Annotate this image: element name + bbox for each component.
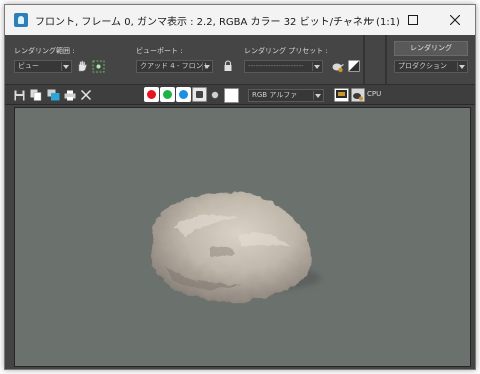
chevron-down-icon bbox=[204, 65, 210, 69]
red-channel-toggle[interactable] bbox=[144, 87, 159, 102]
maximize-icon bbox=[408, 15, 418, 25]
close-button[interactable] bbox=[433, 5, 475, 35]
alpha-channel-toggle[interactable] bbox=[192, 87, 207, 102]
preset-label: レンダリング プリセット : bbox=[244, 47, 328, 55]
frame-buffer-window: フロント, フレーム 0, ガンマ表示 : 2.2, RGBA カラー 32 ビ… bbox=[4, 4, 476, 370]
preset-value: ---------------------- bbox=[248, 62, 304, 70]
frame-buffer-icon[interactable] bbox=[333, 87, 349, 103]
blue-channel-toggle[interactable] bbox=[176, 87, 191, 102]
production-value: プロダクション bbox=[398, 62, 447, 70]
panel-divider bbox=[385, 35, 387, 85]
render-area-label: レンダリング範囲 : bbox=[14, 47, 75, 55]
viewport-value: クアッド 4 - フロント bbox=[140, 62, 210, 70]
app-icon bbox=[14, 13, 28, 27]
save-icon[interactable] bbox=[11, 87, 27, 103]
chevron-down-icon bbox=[314, 65, 320, 69]
production-dropdown[interactable]: プロダクション bbox=[394, 60, 468, 73]
title-bar: フロント, フレーム 0, ガンマ表示 : 2.2, RGBA カラー 32 ビ… bbox=[5, 5, 475, 35]
channel-display-value: RGB アルファ bbox=[252, 91, 298, 99]
close-icon bbox=[450, 15, 460, 25]
channel-display-dropdown[interactable]: RGB アルファ bbox=[248, 89, 324, 102]
chevron-down-icon bbox=[63, 65, 69, 69]
viewport-dropdown[interactable]: クアッド 4 - フロント bbox=[136, 60, 213, 73]
render-controls-panel: レンダリング範囲 : ビュー ビューポート : クアッド 4 - フロント レン… bbox=[5, 35, 475, 85]
render-settings-icon[interactable] bbox=[350, 87, 366, 103]
green-channel-toggle[interactable] bbox=[160, 87, 175, 102]
rendered-rock-image bbox=[150, 191, 321, 302]
frame-buffer-toolbar: RGB アルファ CPU bbox=[5, 85, 475, 105]
clear-icon[interactable] bbox=[78, 87, 94, 103]
print-icon[interactable] bbox=[62, 87, 78, 103]
lock-icon[interactable] bbox=[221, 59, 235, 73]
clone-window-icon[interactable] bbox=[45, 87, 61, 103]
panel-divider bbox=[363, 35, 365, 85]
render-button[interactable]: レンダリング bbox=[394, 41, 468, 56]
render-viewport[interactable] bbox=[14, 107, 471, 367]
cpu-label: CPU bbox=[367, 90, 382, 98]
render-area-value: ビュー bbox=[18, 62, 39, 70]
minimize-button[interactable] bbox=[347, 5, 391, 35]
chevron-down-icon bbox=[315, 94, 321, 98]
render-area-dropdown[interactable]: ビュー bbox=[14, 60, 72, 73]
viewport-label: ビューポート : bbox=[136, 47, 183, 55]
hand-pan-icon[interactable] bbox=[75, 59, 89, 73]
minimize-icon bbox=[364, 19, 374, 21]
preset-dropdown[interactable]: ---------------------- bbox=[244, 60, 323, 73]
region-select-icon[interactable] bbox=[91, 59, 105, 73]
maximize-button[interactable] bbox=[391, 5, 435, 35]
color-swatch-icon[interactable] bbox=[223, 87, 239, 103]
window-title: フロント, フレーム 0, ガンマ表示 : 2.2, RGBA カラー 32 ビ… bbox=[35, 17, 400, 28]
env-map-icon[interactable] bbox=[347, 59, 360, 72]
teapot-settings-icon[interactable] bbox=[330, 59, 344, 73]
chevron-down-icon bbox=[459, 65, 465, 69]
copy-icon[interactable] bbox=[28, 87, 44, 103]
mono-dot-icon[interactable] bbox=[207, 87, 223, 103]
